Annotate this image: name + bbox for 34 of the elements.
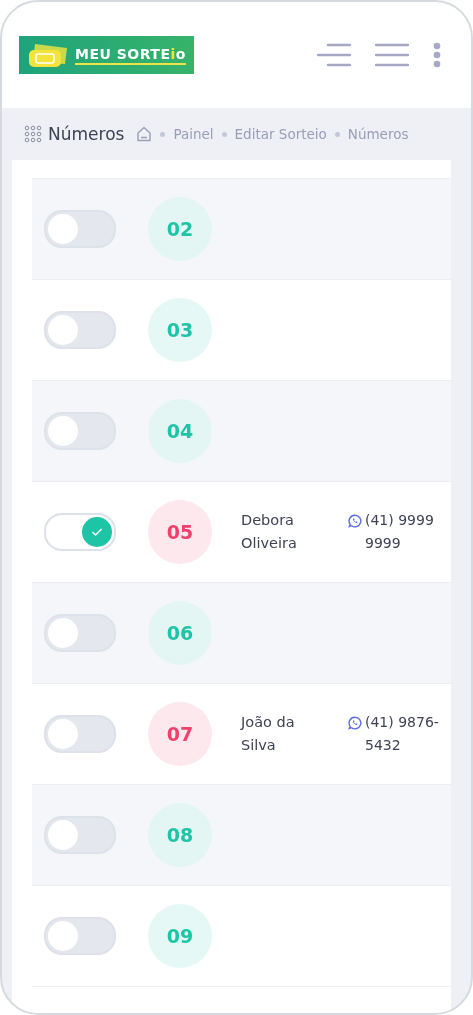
toggle-switch[interactable] (44, 715, 116, 753)
number-badge: 08 (148, 803, 212, 867)
breadcrumb-link[interactable]: Números (347, 126, 409, 142)
toggle-switch[interactable] (44, 311, 116, 349)
participant-name: Debora Oliveira (241, 511, 298, 553)
number-badge: 02 (148, 197, 212, 261)
more-icon[interactable] (433, 42, 441, 68)
participant-name: João da Silva (241, 713, 296, 755)
number-badge: 03 (148, 298, 212, 362)
check-icon (91, 527, 103, 537)
number-badge: 07 (148, 702, 212, 766)
phone-number: (41) 9876-5432 (365, 713, 440, 755)
toggle-switch[interactable] (44, 614, 116, 652)
whatsapp-icon (348, 514, 362, 528)
breadcrumb-link[interactable]: Painel (173, 126, 214, 142)
number-badge: 06 (148, 601, 212, 665)
whatsapp-icon (348, 716, 362, 730)
home-icon[interactable] (136, 126, 153, 142)
number-badge: 04 (148, 399, 212, 463)
menu-icon[interactable] (375, 43, 409, 67)
breadcrumb-link[interactable]: Editar Sorteio (234, 126, 327, 142)
logo-text: MEU SORTEio (75, 45, 186, 65)
phone-number: (41) 9999 9999 (365, 511, 435, 553)
toggle-switch[interactable] (44, 917, 116, 955)
menu-icon[interactable] (317, 43, 351, 67)
page-title: Números (48, 124, 125, 144)
grid-icon (24, 125, 42, 143)
toggle-switch[interactable] (44, 210, 116, 248)
number-badge: 09 (148, 904, 212, 968)
logo[interactable]: MEU SORTEio (19, 36, 194, 74)
number-badge: 05 (148, 500, 212, 564)
toggle-switch[interactable] (44, 816, 116, 854)
toggle-switch[interactable] (44, 513, 116, 551)
toggle-switch[interactable] (44, 412, 116, 450)
